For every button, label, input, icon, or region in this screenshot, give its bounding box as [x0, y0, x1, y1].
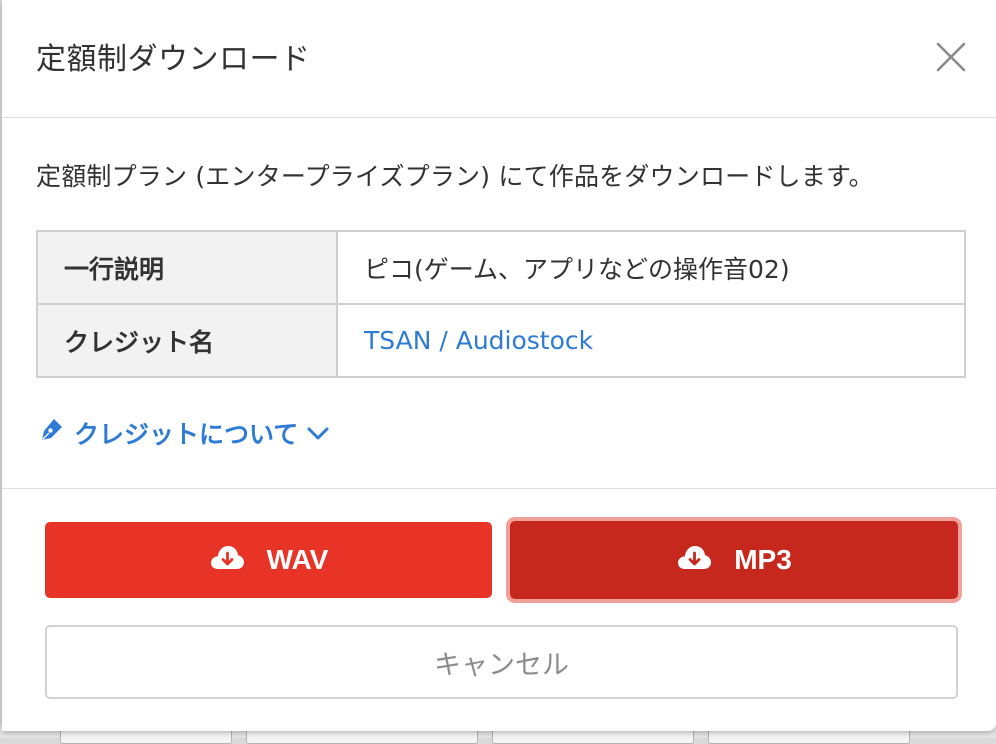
wav-label: WAV: [266, 544, 329, 575]
intro-text: 定額制プラン (エンタープライズプラン) にて作品をダウンロードします。: [36, 162, 874, 191]
modal-footer: WAV MP3 キャンセル: [2, 488, 996, 732]
row-label-description: 一行説明: [36, 230, 338, 305]
credit-name-link[interactable]: TSAN / Audiostock: [364, 326, 593, 355]
chevron-down-icon: [306, 419, 330, 448]
close-button[interactable]: [934, 40, 968, 74]
cancel-button[interactable]: キャンセル: [45, 625, 958, 699]
credit-info-label: クレジットについて: [74, 420, 299, 449]
modal-header: 定額制ダウンロード: [2, 0, 996, 118]
cloud-download-icon: [676, 544, 712, 577]
pen-icon: [38, 417, 64, 449]
row-value-description: ピコ(ゲーム、アプリなどの操作音02): [336, 230, 966, 305]
table-row: クレジット名 TSAN / Audiostock: [36, 303, 966, 378]
table-row: 一行説明 ピコ(ゲーム、アプリなどの操作音02): [36, 230, 966, 305]
mp3-label: MP3: [734, 544, 792, 575]
credit-info-toggle[interactable]: クレジットについて: [38, 415, 330, 451]
cloud-download-icon: [209, 544, 245, 577]
mp3-download-button[interactable]: MP3: [510, 521, 958, 599]
details-table: 一行説明 ピコ(ゲーム、アプリなどの操作音02) クレジット名 TSAN / A…: [36, 230, 966, 378]
close-icon: [936, 42, 966, 72]
row-label-credit: クレジット名: [36, 303, 338, 378]
row-value-credit: TSAN / Audiostock: [336, 303, 966, 378]
modal-title: 定額制ダウンロード: [36, 42, 311, 77]
download-modal: 定額制ダウンロード 定額制プラン (エンタープライズプラン) にて作品をダウンロ…: [2, 0, 996, 731]
wav-download-button[interactable]: WAV: [45, 522, 492, 598]
